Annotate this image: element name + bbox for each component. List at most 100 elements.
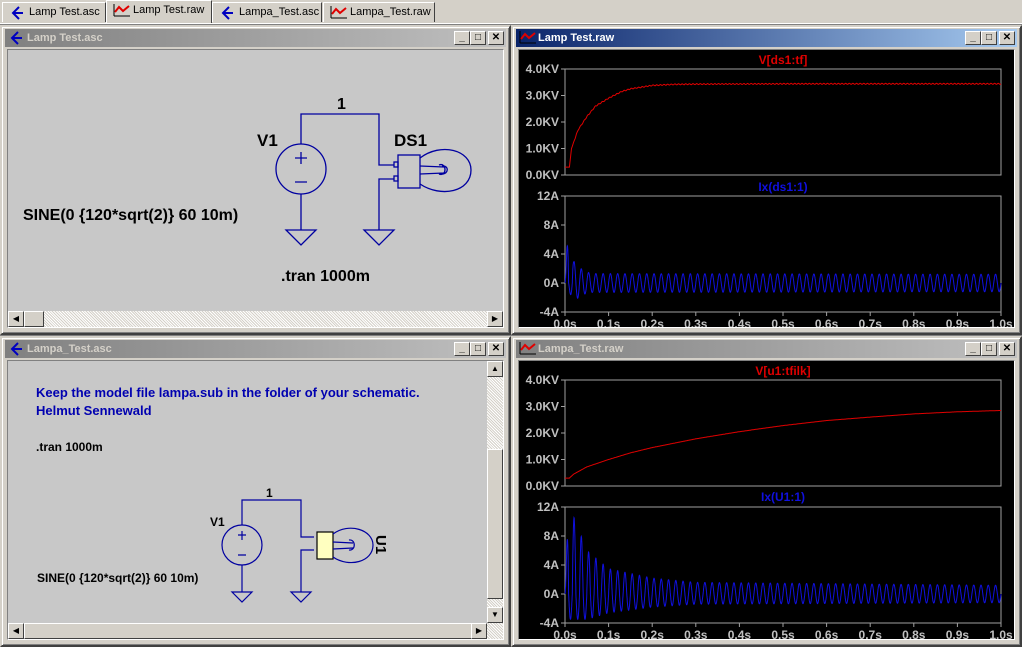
minimize-button[interactable]: _ (454, 342, 470, 356)
y-tick-label: 1.0KV (526, 142, 559, 156)
tab-lampa-test-raw[interactable]: Lampa_Test.raw (323, 2, 435, 22)
tab-label: Lampa_Test.asc (239, 6, 320, 18)
x-tick-label: 0.3s (684, 628, 708, 640)
x-tick-label: 0.6s (815, 317, 839, 328)
net-label: 1 (337, 96, 346, 113)
window-title: Lamp Test.asc (27, 32, 103, 44)
plot-frame (564, 68, 1002, 176)
scroll-thumb[interactable] (24, 311, 44, 327)
ground-icon (284, 229, 396, 246)
trace-label: Ix(ds1:1) (758, 180, 807, 194)
minimize-button[interactable]: _ (965, 342, 981, 356)
ground-icon (230, 591, 313, 603)
plot-frame (564, 379, 1002, 487)
comment-author: Helmut Sennewald (36, 403, 152, 418)
lamp-ds1 (397, 154, 421, 189)
y-tick-label: 0A (544, 587, 560, 601)
y-tick-label: 2.0KV (526, 426, 559, 440)
x-tick-label: 0.5s (771, 628, 795, 640)
voltage-source-v1 (275, 143, 327, 195)
trace-Ix(ds1:1) (564, 244, 1002, 299)
waveform-icon (519, 342, 536, 355)
x-tick-label: 0.2s (641, 628, 665, 640)
schematic-canvas[interactable]: 1 V1 DS1 SINE(0 {120*sqrt(2)} 60 10m) .t… (7, 49, 504, 328)
horizontal-scrollbar[interactable]: ◀ ▶ (8, 311, 503, 327)
tab-lamp-test-asc[interactable]: Lamp Test.asc (2, 2, 106, 22)
y-tick-label: 4.0KV (526, 373, 559, 387)
tab-label: Lampa_Test.raw (350, 6, 431, 18)
x-tick-label: 0.3s (684, 317, 708, 328)
trace-label: V[ds1:tf] (759, 53, 808, 67)
x-tick-label: 0.0s (553, 628, 577, 640)
schematic-window-lamp-test: Lamp Test.asc _ □ ✕ 1 V1 DS1 SINE(0 {120*s… (0, 25, 511, 335)
close-button[interactable]: ✕ (488, 31, 504, 45)
title-bar[interactable]: Lamp Test.raw _ □ ✕ (516, 29, 1017, 47)
maximize-button[interactable]: □ (470, 31, 486, 45)
waveform-plot: V[ds1:tf] 4.0KV 3.0KV 2.0KV 1.0KV 0.0KV Ix(ds1… (526, 53, 1013, 328)
maximize-button[interactable]: □ (470, 342, 486, 356)
source-value: SINE(0 {120*sqrt(2)} 60 10m) (23, 207, 238, 224)
waveform-icon (519, 31, 536, 44)
close-button[interactable]: ✕ (999, 342, 1015, 356)
close-button[interactable]: ✕ (999, 31, 1015, 45)
maximize-button[interactable]: □ (981, 31, 997, 45)
scroll-right-button[interactable]: ▶ (487, 311, 503, 327)
x-tick-label: 0.8s (902, 628, 926, 640)
y-tick-label: 12A (537, 500, 559, 514)
trace-Ix(U1:1) (564, 515, 1002, 620)
plot-frame (564, 195, 1002, 313)
scroll-down-button[interactable]: ▼ (487, 607, 503, 623)
x-tick-label: 0.6s (815, 628, 839, 640)
plot-area[interactable]: V[u1:tfilk] 4.0KV 3.0KV 2.0KV 1.0KV 0.0KV Ix(U… (518, 360, 1015, 640)
x-tick-label: 0.4s (728, 628, 752, 640)
waveform-window-lamp-test: Lamp Test.raw _ □ ✕ V[ds1:tf] 4.0KV 3.0KV 2.0… (511, 25, 1022, 335)
wire (241, 499, 314, 592)
v1-label: V1 (257, 131, 278, 150)
tab-lampa-test-asc[interactable]: Lampa_Test.asc (212, 2, 322, 22)
minimize-button[interactable]: _ (454, 31, 470, 45)
schematic-drawing: 1 V1 DS1 SINE(0 {120*sqrt(2)} 60 10m) .t… (23, 96, 472, 285)
waveform-plot: V[u1:tfilk] 4.0KV 3.0KV 2.0KV 1.0KV 0.0KV Ix(U… (526, 364, 1013, 640)
waveform-window-lampa-test: Lampa_Test.raw _ □ ✕ V[u1:tfilk] 4.0KV 3.0KV… (511, 336, 1022, 647)
source-value: SINE(0 {120*sqrt(2)} 60 10m) (37, 571, 198, 585)
x-tick-label: 0.5s (771, 317, 795, 328)
y-tick-label: 4.0KV (526, 62, 559, 76)
title-bar[interactable]: Lamp Test.asc _ □ ✕ (5, 29, 506, 47)
scroll-up-button[interactable]: ▲ (487, 361, 503, 377)
x-tick-label: 0.7s (859, 628, 883, 640)
window-title: Lamp Test.raw (538, 32, 615, 44)
tran-directive: .tran 1000m (281, 268, 370, 285)
title-bar[interactable]: Lampa_Test.raw _ □ ✕ (516, 340, 1017, 358)
tab-label: Lamp Test.raw (133, 4, 205, 16)
schematic-window-lampa-test: Lampa_Test.asc _ □ ✕ Keep the model file l… (0, 336, 511, 647)
close-button[interactable]: ✕ (488, 342, 504, 356)
tab-lamp-test-raw[interactable]: Lamp Test.raw (106, 0, 212, 23)
plot-area[interactable]: V[ds1:tf] 4.0KV 3.0KV 2.0KV 1.0KV 0.0KV Ix(ds1… (518, 49, 1015, 328)
schematic-drawing: Keep the model file lampa.sub in the fol… (36, 385, 420, 603)
ds1-label: DS1 (394, 131, 427, 150)
scroll-right-button[interactable]: ▶ (471, 623, 487, 639)
title-bar[interactable]: Lampa_Test.asc _ □ ✕ (5, 340, 506, 358)
scroll-thumb[interactable] (24, 623, 474, 639)
scroll-left-button[interactable]: ◀ (8, 623, 24, 639)
plus-sign (295, 152, 307, 183)
tab-bar: Lamp Test.asc Lamp Test.raw Lampa_Test.a… (0, 0, 1022, 24)
y-tick-label: 4A (544, 558, 560, 572)
y-tick-label: 3.0KV (526, 400, 559, 414)
vertical-scrollbar[interactable]: ▲ ▼ (487, 361, 503, 623)
maximize-button[interactable]: □ (981, 342, 997, 356)
minimize-button[interactable]: _ (965, 31, 981, 45)
horizontal-scrollbar[interactable]: ◀ ▶ (8, 623, 503, 639)
trace-label: V[u1:tfilk] (755, 364, 810, 378)
y-tick-label: 1.0KV (526, 453, 559, 467)
scroll-left-button[interactable]: ◀ (8, 311, 24, 327)
x-tick-label: 1.0s (989, 628, 1013, 640)
trace-label: Ix(U1:1) (761, 490, 805, 504)
u1-label: U1 (372, 535, 389, 554)
x-tick-label: 0.7s (859, 317, 883, 328)
scroll-thumb[interactable] (487, 449, 503, 599)
schematic-canvas[interactable]: Keep the model file lampa.sub in the fol… (7, 360, 504, 640)
trace-V[u1:tfilk] (565, 410, 1001, 479)
y-tick-label: 0.0KV (526, 479, 559, 493)
y-tick-label: 8A (544, 218, 560, 232)
